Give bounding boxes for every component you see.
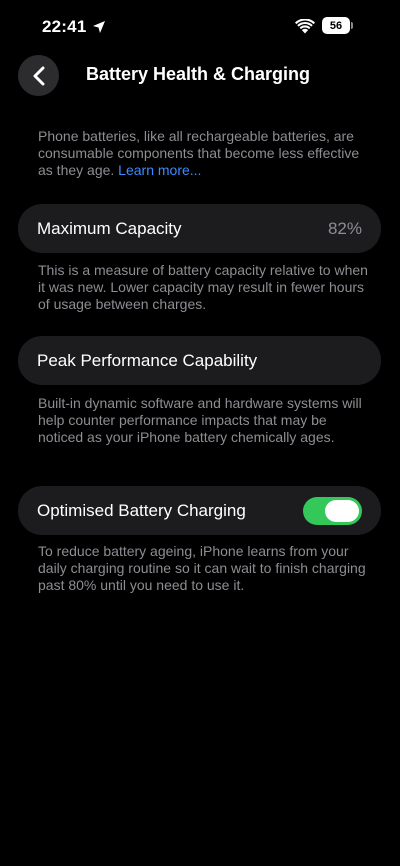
maximum-capacity-value: 82% — [327, 218, 362, 238]
maximum-capacity-description: This is a measure of battery capacity re… — [38, 262, 368, 312]
battery-level: 56 — [329, 19, 343, 32]
peak-performance-label: Peak Performance Capability — [37, 350, 258, 370]
status-bar: 22:41 56 — [0, 0, 400, 56]
battery-icon: 56 — [322, 17, 350, 34]
optimised-charging-row: Optimised Battery Charging — [18, 486, 381, 535]
peak-performance-row[interactable]: Peak Performance Capability — [18, 336, 381, 385]
status-time: 22:41 — [42, 17, 87, 36]
optimised-charging-label: Optimised Battery Charging — [37, 500, 246, 520]
back-button[interactable] — [18, 55, 59, 96]
toggle-knob — [325, 499, 359, 522]
optimised-charging-toggle[interactable] — [303, 496, 362, 525]
wifi-icon — [295, 19, 315, 34]
maximum-capacity-label: Maximum Capacity — [37, 218, 182, 238]
page-title: Battery Health & Charging — [86, 64, 311, 84]
peak-performance-description: Built-in dynamic software and hardware s… — [38, 395, 362, 445]
learn-more-link[interactable]: Learn more... — [118, 162, 201, 178]
battery-tip — [351, 22, 353, 29]
location-arrow-icon — [93, 21, 105, 33]
maximum-capacity-row: Maximum Capacity 82% — [18, 204, 381, 253]
chevron-left-icon — [33, 66, 44, 85]
optimised-charging-description: To reduce battery ageing, iPhone learns … — [38, 543, 366, 593]
intro-description: Phone batteries, like all rechargeable b… — [38, 128, 370, 179]
